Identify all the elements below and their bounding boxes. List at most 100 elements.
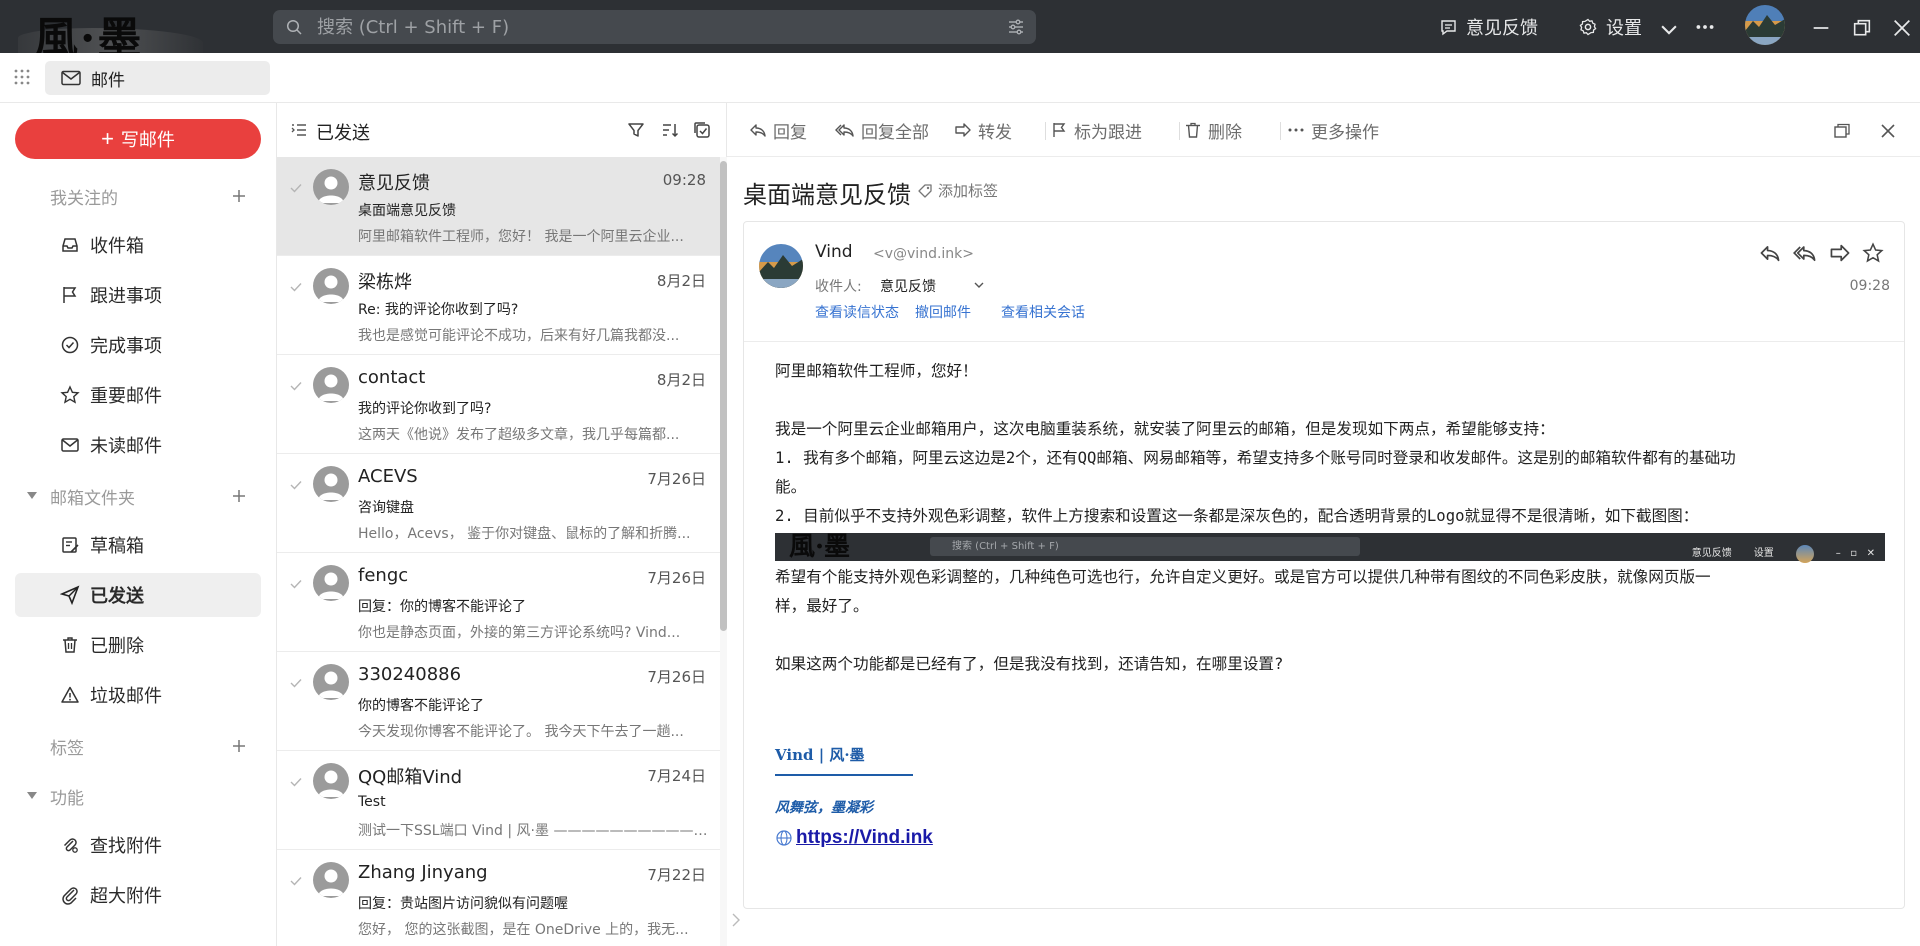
recipient-value[interactable]: 意见反馈 — [880, 276, 936, 296]
sidebar-item-label: 未读邮件 — [90, 436, 162, 457]
toolbar-divider — [1045, 122, 1046, 140]
popout-icon[interactable] — [1833, 122, 1851, 140]
sender-name[interactable]: Vind — [815, 242, 853, 262]
check-icon[interactable] — [289, 181, 303, 195]
tab-mail[interactable]: 邮件 — [45, 61, 270, 95]
sidebar-item-label: 跟进事项 — [90, 286, 162, 307]
recall-mail-link[interactable]: 撤回邮件 — [915, 302, 971, 322]
trash-icon — [1186, 122, 1200, 138]
avatar — [313, 268, 349, 304]
search-bar[interactable] — [273, 10, 1036, 44]
tab-mail-label: 邮件 — [91, 70, 125, 91]
more-actions-button[interactable]: 更多操作 — [1277, 118, 1379, 143]
sidebar-item-sent[interactable]: 已发送 — [15, 573, 261, 617]
read-status-link[interactable]: 查看读信状态 — [815, 302, 899, 322]
flag-followup-button[interactable]: 标为跟进 — [1050, 118, 1142, 143]
settings-button[interactable]: 设置 — [1579, 14, 1642, 40]
mail-list-item[interactable]: QQ邮箱Vind 7月24日 Test 测试一下SSL端口 Vind | 风·墨 ——… — [277, 751, 720, 850]
add-icon[interactable] — [231, 738, 247, 754]
list-toggle-icon[interactable] — [291, 123, 307, 137]
mail-list-item[interactable]: fengc 7月26日 回复：你的博客不能评论了 你也是静态页面，外接的第三方评论系统… — [277, 553, 720, 652]
mail-subject: 回复：贵站图片访问貌似有问题喔 — [358, 896, 568, 912]
sidebar-item-important[interactable]: 重要邮件 — [15, 373, 261, 417]
sidebar-item-done[interactable]: 完成事项 — [15, 323, 261, 367]
related-thread-link[interactable]: 查看相关会话 — [1001, 302, 1085, 322]
restore-icon[interactable] — [1851, 17, 1873, 39]
multi-select-icon[interactable] — [693, 121, 711, 139]
section-folders[interactable]: 邮箱文件夹 — [0, 481, 277, 511]
apps-grid-icon[interactable] — [13, 68, 31, 86]
mail-list-item[interactable]: ACEVS 7月26日 咨询键盘 Hello，Acevs， 鉴于你对键盘、鼠标的了解和… — [277, 454, 720, 553]
check-icon[interactable] — [289, 775, 303, 789]
mail-list-item[interactable]: 330240886 7月26日 你的博客不能评论了 今天发现你博客不能评论了。 我今天… — [277, 652, 720, 751]
mail-preview: 阿里邮箱软件工程师，您好！ 我是一个阿里云企业... — [358, 229, 684, 245]
section-followed[interactable]: 我关注的 — [0, 181, 277, 211]
reply-icon[interactable] — [1759, 242, 1781, 264]
close-icon[interactable] — [1879, 122, 1897, 140]
message-card: Vind <v@vind.ink> 收件人: 意见反馈 查看读信状态 撤回邮件 … — [743, 221, 1905, 909]
section-tags[interactable]: 标签 — [0, 731, 277, 761]
mail-subject: Re: 我的评论你收到了吗? — [358, 302, 519, 318]
chevron-right-icon[interactable] — [731, 911, 741, 929]
check-icon[interactable] — [289, 478, 303, 492]
filter-icon[interactable] — [627, 121, 645, 139]
forward-button[interactable]: 转发 — [954, 118, 1012, 143]
plus-icon: + — [101, 126, 114, 151]
avatar[interactable] — [1745, 5, 1785, 45]
compose-button[interactable]: + 写邮件 — [15, 119, 261, 159]
reply-all-icon[interactable] — [1793, 242, 1817, 264]
mail-preview: 我也是感觉可能评论不成功，后来有好几篇我都没... — [358, 328, 680, 344]
body-paragraph: 2. 目前似乎不支持外观色彩调整，软件上方搜索和设置这一条都是深灰色的，配合透明… — [775, 507, 1699, 525]
feedback-label: 意见反馈 — [1466, 18, 1538, 39]
check-icon[interactable] — [289, 874, 303, 888]
check-icon[interactable] — [289, 280, 303, 294]
signature-link[interactable]: https://Vind.ink — [775, 823, 1885, 852]
module-tab-bar: 邮件 — [0, 53, 1920, 103]
body-greeting: 阿里邮箱软件工程师，您好！ — [775, 362, 978, 380]
signature-url[interactable]: https://Vind.ink — [796, 823, 933, 852]
more-icon[interactable] — [1694, 16, 1716, 38]
sidebar-item-inbox[interactable]: 收件箱 — [15, 223, 261, 267]
sidebar-item-spam[interactable]: 垃圾邮件 — [15, 673, 261, 717]
message-header: Vind <v@vind.ink> 收件人: 意见反馈 查看读信状态 撤回邮件 … — [744, 222, 1904, 342]
scrollbar-thumb[interactable] — [720, 161, 727, 631]
check-icon[interactable] — [289, 676, 303, 690]
sender-address: <v@vind.ink> — [873, 246, 975, 262]
mail-list-item[interactable]: 意见反馈 09:28 桌面端意见反馈 阿里邮箱软件工程师，您好！ 我是一个阿里云企业.… — [277, 157, 720, 256]
minimize-icon[interactable] — [1810, 17, 1832, 39]
mail-preview: Hello，Acevs， 鉴于你对键盘、鼠标的了解和折腾... — [358, 526, 691, 542]
mail-list-item[interactable]: contact 8月2日 我的评论你收到了吗? 这两天《他说》发布了超级多文章，我几乎… — [277, 355, 720, 454]
sidebar-item-unread[interactable]: 未读邮件 — [15, 423, 261, 467]
mail-list-item[interactable]: 梁栋烨 8月2日 Re: 我的评论你收到了吗? 我也是感觉可能评论不成功，后来有好几篇… — [277, 256, 720, 355]
add-icon[interactable] — [231, 488, 247, 504]
reply-button[interactable]: 回复 — [749, 118, 807, 143]
sidebar-item-followup[interactable]: 跟进事项 — [15, 273, 261, 317]
reply-all-button[interactable]: 回复全部 — [835, 118, 929, 143]
mail-preview: 您好， 您的这张截图，是在 OneDrive 上的，我无... — [358, 922, 689, 938]
check-icon[interactable] — [289, 577, 303, 591]
section-functions[interactable]: 功能 — [0, 781, 277, 811]
sidebar-item-deleted[interactable]: 已删除 — [15, 623, 261, 667]
sidebar-item-label: 收件箱 — [90, 236, 144, 257]
add-icon[interactable] — [231, 188, 247, 204]
close-icon[interactable] — [1891, 17, 1913, 39]
sidebar-item-find-attachment[interactable]: 查找附件 — [15, 823, 261, 867]
feedback-button[interactable]: 意见反馈 — [1440, 14, 1538, 40]
delete-button[interactable]: 删除 — [1184, 118, 1242, 143]
sidebar-item-drafts[interactable]: 草稿箱 — [15, 523, 261, 567]
sender-avatar[interactable] — [759, 244, 803, 288]
list-scrollbar[interactable] — [720, 157, 727, 946]
search-input[interactable] — [317, 10, 977, 44]
mail-sender: 意见反馈 — [358, 173, 430, 194]
mail-list-item[interactable]: Zhang Jinyang 7月22日 回复：贵站图片访问貌似有问题喔 您好， 您的这… — [277, 850, 720, 946]
chevron-down-icon[interactable] — [1658, 18, 1680, 40]
filter-icon[interactable] — [1008, 19, 1024, 35]
embedded-screenshot[interactable]: 風·墨 搜索 (Ctrl + Shift + F) 意见反馈 设置 – ▫ ✕ — [775, 533, 1885, 563]
star-icon[interactable] — [1862, 242, 1884, 264]
sidebar-item-large-attachment[interactable]: 超大附件 — [15, 873, 261, 917]
chevron-down-icon[interactable] — [973, 279, 985, 291]
sort-icon[interactable] — [661, 121, 679, 139]
check-icon[interactable] — [289, 379, 303, 393]
add-tag-button[interactable]: 添加标签 — [917, 180, 998, 201]
forward-icon[interactable] — [1829, 242, 1851, 264]
